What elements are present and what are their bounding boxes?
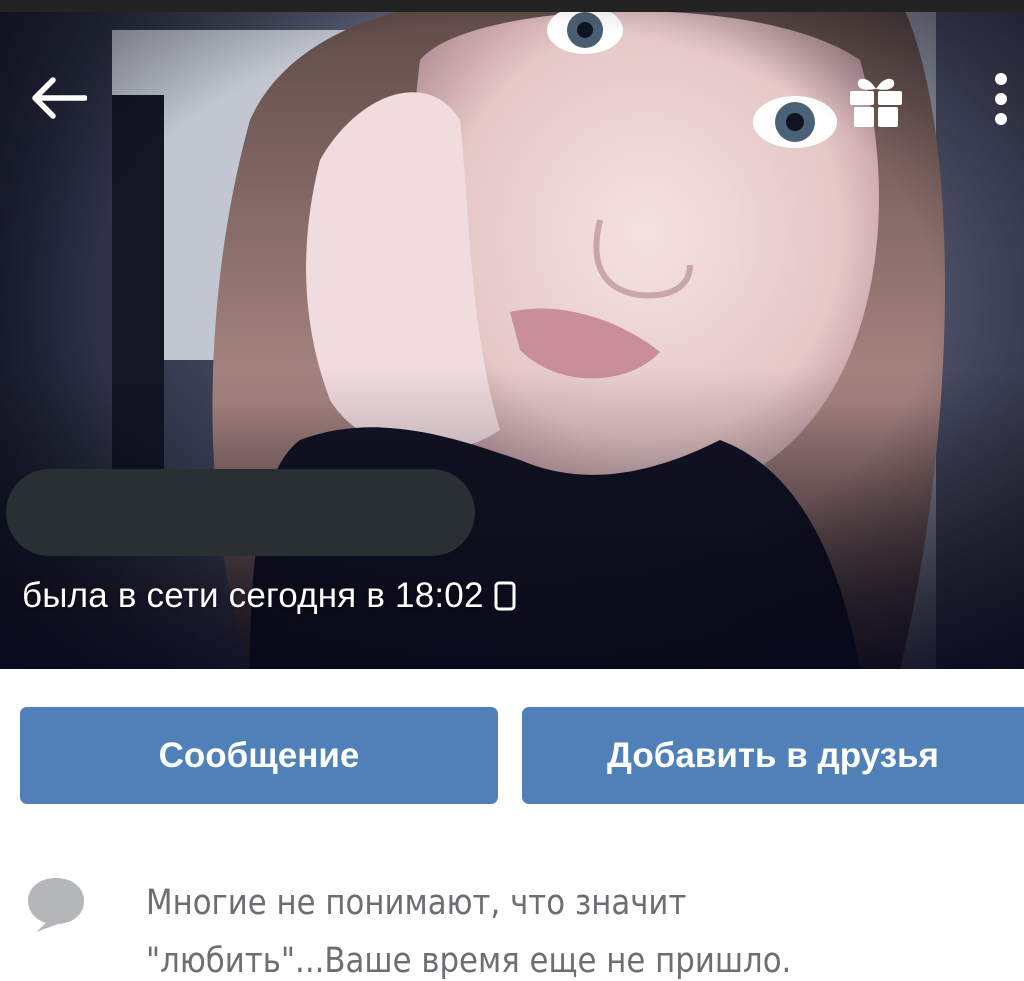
message-button-label: Сообщение: [158, 735, 360, 775]
add-friend-button-label: Добавить в друзья: [607, 735, 939, 775]
online-status: была в сети сегодня в 18:02: [22, 572, 516, 620]
more-vertical-icon: [995, 73, 1007, 125]
send-gift-button[interactable]: [840, 64, 912, 136]
status-text: Многие не понимают, что значит "любить".…: [146, 874, 903, 981]
profile-status: Многие не понимают, что значит "любить".…: [0, 860, 1024, 981]
message-button[interactable]: Сообщение: [20, 707, 498, 804]
back-button[interactable]: [22, 66, 94, 130]
profile-screen: была в сети сегодня в 18:02 Сообщение До…: [0, 0, 1024, 981]
system-status-bar: [0, 0, 1024, 12]
phone-icon: [494, 581, 516, 611]
gift-icon: [850, 78, 902, 127]
online-status-text: была в сети сегодня в 18:02: [22, 576, 484, 615]
more-options-button[interactable]: [978, 62, 1024, 136]
back-arrow-icon: [32, 77, 87, 119]
comment-icon: [28, 878, 84, 932]
status-text-line-1: Многие не понимают, что значит: [146, 883, 687, 923]
add-friend-button[interactable]: Добавить в друзья: [522, 707, 1024, 804]
profile-name-redacted: [6, 469, 475, 556]
profile-cover-photo[interactable]: была в сети сегодня в 18:02: [0, 0, 1024, 669]
status-text-line-2: "любить"...Ваше время еще не пришло.: [146, 941, 792, 981]
